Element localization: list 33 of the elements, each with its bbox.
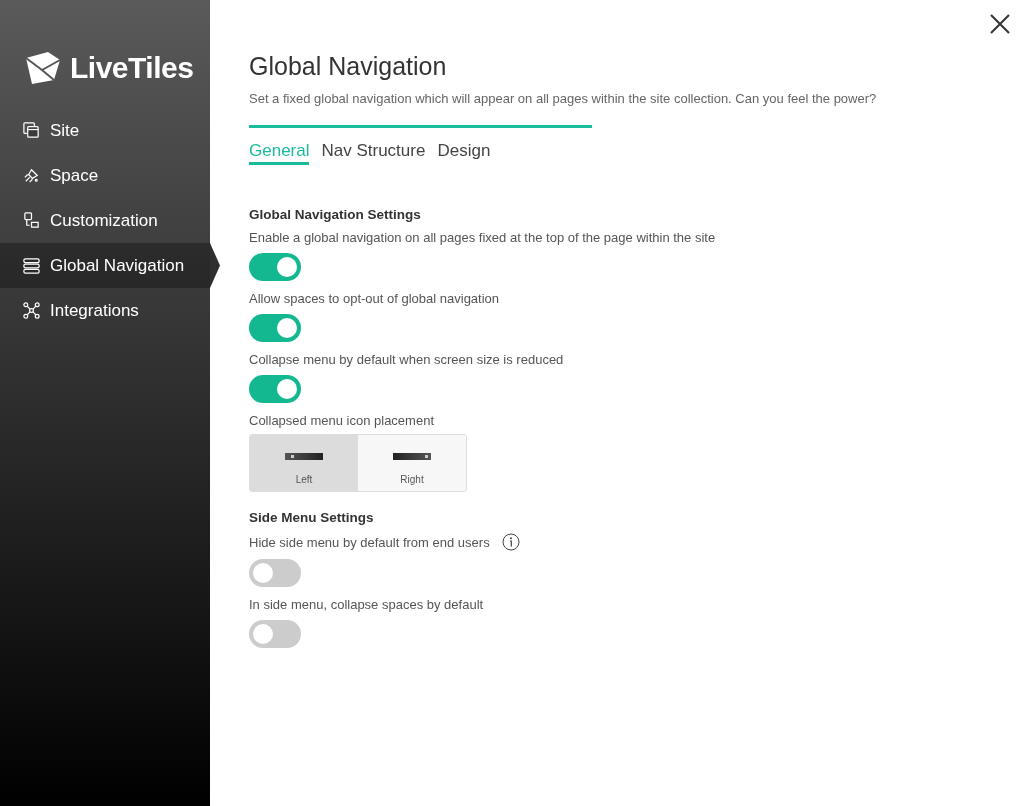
close-icon[interactable] bbox=[988, 12, 1012, 36]
setting-label: Collapsed menu icon placement bbox=[249, 413, 434, 428]
placement-option[interactable]: Left bbox=[250, 435, 358, 491]
toggle-switch[interactable] bbox=[249, 620, 301, 648]
setting-label: Hide side menu by default from end users bbox=[249, 534, 490, 550]
toggle-switch[interactable] bbox=[249, 314, 301, 342]
menu-bar-icon bbox=[393, 453, 431, 460]
logo-text: LiveTiles bbox=[70, 51, 194, 85]
stacked-bars-icon bbox=[22, 256, 41, 275]
toggle-switch[interactable] bbox=[249, 253, 301, 281]
section-heading: Global Navigation Settings bbox=[249, 207, 422, 222]
setting-label: Collapse menu by default when screen size is reduced bbox=[249, 352, 564, 367]
setting-label: In side menu, collapse spaces by default bbox=[249, 597, 484, 612]
sidebar-item[interactable]: Space bbox=[0, 153, 210, 198]
sidebar-item[interactable]: Global Navigation bbox=[0, 243, 210, 288]
info-icon[interactable] bbox=[501, 533, 520, 551]
toggle-switch[interactable] bbox=[249, 559, 301, 587]
tab[interactable]: Nav Structure bbox=[321, 141, 426, 165]
logo-icon bbox=[24, 50, 62, 86]
sidebar-item[interactable]: Integrations bbox=[0, 288, 210, 333]
page-description: Set a fixed global navigation which will appear on all pages within the site collection. Can you feel the power? bbox=[249, 91, 878, 106]
menu-bar-icon bbox=[285, 453, 323, 460]
toggle-switch[interactable] bbox=[249, 375, 301, 403]
network-icon bbox=[22, 301, 41, 320]
window-stack-icon bbox=[22, 121, 41, 140]
page-title: Global Navigation bbox=[249, 52, 448, 81]
placement-option[interactable]: Right bbox=[358, 435, 466, 491]
setting-label: Enable a global navigation on all pages fixed at the top of the page within the site bbox=[249, 230, 716, 245]
setting-label: Allow spaces to opt-out of global navigation bbox=[249, 291, 500, 306]
sidebar-item[interactable]: Customization bbox=[0, 198, 210, 243]
sidebar-item[interactable]: Site bbox=[0, 108, 210, 153]
section-heading: Side Menu Settings bbox=[249, 510, 375, 525]
tab[interactable]: Design bbox=[437, 141, 491, 165]
